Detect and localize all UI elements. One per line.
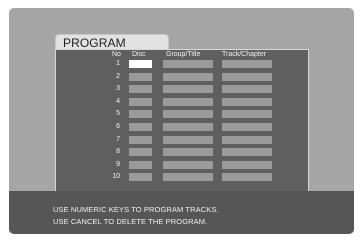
- row-number: 7: [116, 135, 120, 143]
- track-chapter-cell[interactable]: [222, 160, 272, 169]
- group-title-cell[interactable]: [163, 72, 213, 81]
- group-title-cell[interactable]: [163, 97, 213, 106]
- program-row: 7: [9, 134, 354, 145]
- row-number: 3: [116, 85, 120, 93]
- group-title-cell[interactable]: [163, 148, 213, 157]
- track-chapter-cell[interactable]: [222, 97, 272, 106]
- disc-cell[interactable]: [129, 135, 152, 144]
- track-chapter-cell[interactable]: [222, 110, 272, 119]
- row-number: 4: [116, 97, 120, 105]
- row-number: 9: [116, 160, 120, 168]
- disc-cell[interactable]: [129, 123, 152, 131]
- track-chapter-cell[interactable]: [222, 85, 272, 94]
- group-title-cell[interactable]: [163, 173, 213, 182]
- disc-cell[interactable]: [129, 85, 152, 94]
- program-row: 4: [9, 96, 354, 107]
- row-number: 1: [116, 60, 120, 67]
- program-row: 5: [9, 108, 354, 119]
- group-title-cell[interactable]: [163, 60, 213, 68]
- row-number: 2: [116, 72, 120, 80]
- track-chapter-cell[interactable]: [222, 123, 272, 131]
- program-row: 2: [9, 71, 354, 82]
- row-number: 10: [112, 173, 120, 181]
- group-title-cell[interactable]: [163, 135, 213, 144]
- disc-cell[interactable]: [129, 97, 152, 106]
- track-chapter-cell[interactable]: [222, 173, 272, 182]
- program-row: 6: [9, 121, 354, 132]
- track-chapter-cell[interactable]: [222, 60, 272, 68]
- program-row: 9: [9, 159, 354, 170]
- track-chapter-cell[interactable]: [222, 72, 272, 81]
- program-row: 3: [9, 83, 354, 94]
- track-chapter-cell[interactable]: [222, 135, 272, 144]
- program-screen: PROGRAM No Disc Group/Title Track/Chapte…: [9, 8, 354, 234]
- program-row: 1: [9, 58, 354, 69]
- row-number: 5: [116, 110, 120, 118]
- track-chapter-cell[interactable]: [222, 148, 272, 157]
- group-title-cell[interactable]: [163, 123, 213, 131]
- program-title: PROGRAM: [63, 36, 126, 50]
- group-title-cell[interactable]: [163, 160, 213, 169]
- program-row: 10: [9, 171, 354, 182]
- disc-cell[interactable]: [129, 72, 152, 81]
- disc-cell[interactable]: [129, 160, 152, 169]
- row-number: 8: [116, 148, 120, 156]
- disc-cell[interactable]: [129, 60, 152, 68]
- group-title-cell[interactable]: [163, 110, 213, 119]
- disc-cell[interactable]: [129, 110, 152, 119]
- disc-cell[interactable]: [129, 148, 152, 157]
- program-row: 8: [9, 146, 354, 157]
- help-text-line-2: USE CANCEL TO DELETE THE PROGRAM.: [53, 217, 208, 226]
- help-text-line-1: USE NUMERIC KEYS TO PROGRAM TRACKS.: [53, 205, 219, 214]
- group-title-cell[interactable]: [163, 85, 213, 94]
- disc-cell[interactable]: [129, 173, 152, 182]
- row-number: 6: [116, 123, 120, 130]
- help-bar: USE NUMERIC KEYS TO PROGRAM TRACKS. USE …: [9, 191, 354, 234]
